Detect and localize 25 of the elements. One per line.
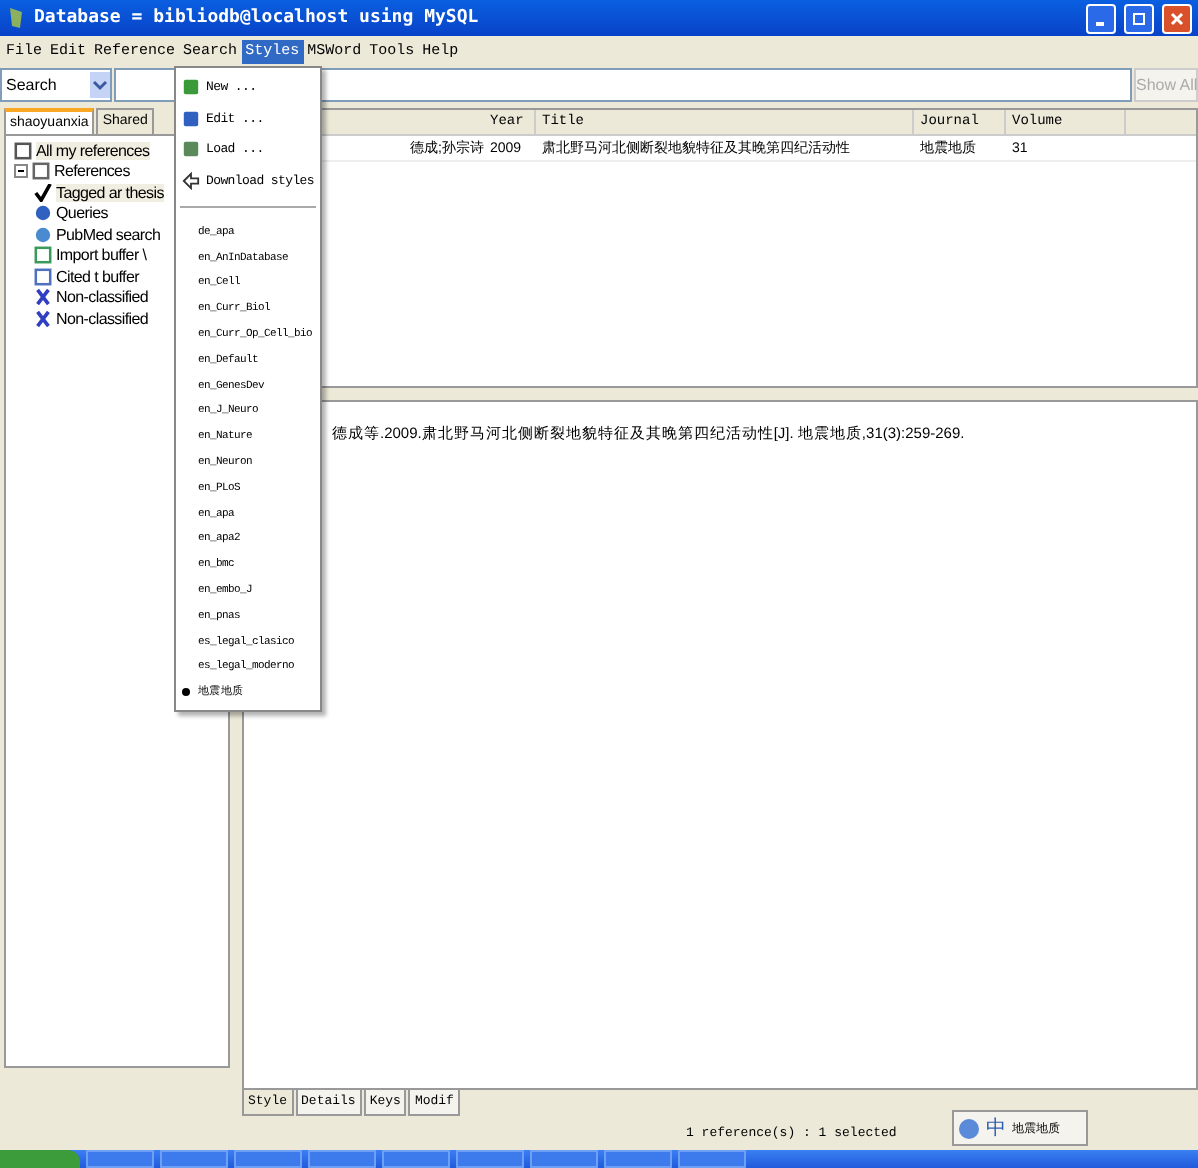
minimize-button[interactable] [1086, 3, 1116, 33]
tree-item[interactable]: All my references [36, 141, 150, 160]
tree-item[interactable]: Non-classified [56, 309, 149, 328]
cross-icon [34, 309, 52, 328]
collapse-icon[interactable] [14, 164, 28, 179]
search-combo[interactable]: Search [0, 68, 112, 102]
dropdown-icon[interactable] [90, 72, 110, 98]
app-icon [6, 6, 26, 30]
close-button[interactable] [1162, 3, 1192, 33]
check-icon [34, 183, 52, 202]
tree-item[interactable]: References [54, 162, 130, 181]
restore-button[interactable] [1124, 3, 1154, 33]
bullet-icon [182, 687, 190, 696]
tree-item[interactable]: Import buffer \ [56, 246, 147, 265]
tree-item[interactable]: Tagged ar thesis [56, 183, 164, 202]
ime-mode: 中 [986, 1115, 1006, 1142]
tree-item[interactable]: Queries [56, 204, 108, 223]
restore-icon [1132, 11, 1146, 25]
tree-item[interactable]: PubMed search [56, 225, 161, 244]
tree-item[interactable]: Cited t buffer [56, 267, 139, 286]
tree-item[interactable]: Non-classified [56, 288, 149, 307]
window-title: Database = bibliodb@localhost using MySQL [34, 8, 481, 28]
cross-icon [34, 288, 52, 307]
arrow-icon [182, 171, 200, 190]
close-icon [1170, 11, 1184, 25]
